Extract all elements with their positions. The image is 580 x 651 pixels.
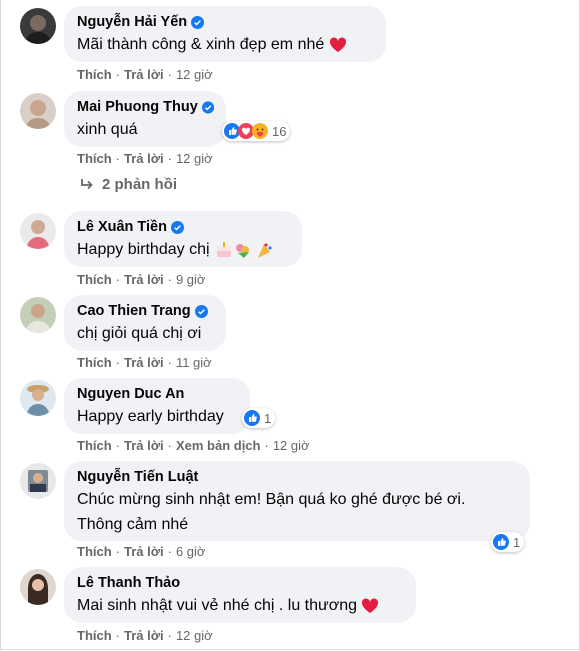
reply-action[interactable]: Trả lời [124,438,164,453]
comment-text: chị giỏi quá chị ơi [77,325,202,342]
commenter-name[interactable]: Lê Thanh Thảo [77,574,404,593]
comment-actions: Thích · Trả lời · 12 giờ [77,151,213,166]
comment-text: Happy early birthday [77,408,224,425]
comment-time[interactable]: 12 giờ [176,67,213,82]
comment-time[interactable]: 12 giờ [176,628,213,643]
comment-bubble: Lê Thanh Thảo Mai sinh nhật vui vẻ nhé c… [64,567,416,623]
commenter-name[interactable]: Cao Thien Trang [77,302,214,321]
comment-time[interactable]: 6 giờ [176,544,206,559]
commenter-name[interactable]: Mai Phuong Thuy [77,98,214,117]
comment-actions: Thích · Trả lời · 12 giờ [77,628,213,643]
verified-badge-icon [194,305,208,318]
avatar[interactable] [20,463,56,499]
comment-text: Happy birthday chị [77,238,290,262]
reaction-summary[interactable]: 16 [222,121,291,141]
reply-arrow-icon [81,178,93,189]
heart-emoji-icon [329,37,346,52]
reaction-summary[interactable]: 1 [242,408,276,428]
like-reaction-icon [244,410,260,426]
comment-actions: Thích · Trả lời · 11 giờ [77,355,212,370]
care-reaction-icon [252,123,268,139]
reply-action[interactable]: Trả lời [124,151,164,166]
comment-actions: Thích · Trả lời · 12 giờ [77,67,213,82]
avatar[interactable] [20,93,56,129]
avatar[interactable] [20,8,56,44]
comment-bubble: Nguyen Duc An Happy early birthday [64,378,250,434]
comment-bubble: Cao Thien Trang chị giỏi quá chị ơi [64,295,226,351]
comment-time[interactable]: 12 giờ [176,151,213,166]
reply-action[interactable]: Trả lời [124,628,164,643]
commenter-name[interactable]: Nguyễn Tiến Luật [77,468,518,487]
comment-text-line-1: Chúc mừng sinh nhật em! Bận quá ko ghé đ… [77,491,466,508]
like-action[interactable]: Thích [77,628,112,643]
reply-action[interactable]: Trả lời [124,67,164,82]
reaction-summary[interactable]: 1 [491,532,525,552]
avatar[interactable] [20,213,56,249]
comment-actions: Thích · Trả lời · 9 giờ [77,272,206,287]
reaction-count: 1 [513,534,521,550]
commenter-name[interactable]: Nguyễn Hải Yến [77,13,374,32]
comment-text: Mãi thành công & xinh đẹp em nhé [77,33,374,57]
like-reaction-icon [493,534,509,550]
reaction-count: 1 [264,410,272,426]
comment-text: Mai sinh nhật vui vẻ nhé chị . lu thương [77,594,404,618]
comment-bubble: Nguyễn Hải Yến Mãi thành công & xinh đẹp… [64,6,386,62]
reaction-count: 16 [272,123,287,139]
like-action[interactable]: Thích [77,151,112,166]
comment-actions: Thích · Trả lời · 6 giờ [77,544,206,559]
avatar[interactable] [20,380,56,416]
comment-actions: Thích · Trả lời · Xem bản dịch · 12 giờ [77,438,310,453]
comment-time[interactable]: 11 giờ [176,355,212,370]
comment-text: xinh quá [77,121,138,138]
like-action[interactable]: Thích [77,67,112,82]
view-replies-link[interactable]: 2 phản hồi [80,176,177,193]
heart-emoji-icon [362,598,379,613]
comment-time[interactable]: 9 giờ [176,272,206,287]
reply-action[interactable]: Trả lời [124,544,164,559]
commenter-name[interactable]: Lê Xuân Tiền [77,218,290,237]
commenter-name[interactable]: Nguyen Duc An [77,385,238,404]
like-action[interactable]: Thích [77,438,112,453]
like-action[interactable]: Thích [77,544,112,559]
avatar[interactable] [20,569,56,605]
reply-action[interactable]: Trả lời [124,272,164,287]
avatar[interactable] [20,297,56,333]
comment-bubble: Nguyễn Tiến Luật Chúc mừng sinh nhật em!… [64,461,530,541]
like-action[interactable]: Thích [77,355,112,370]
like-action[interactable]: Thích [77,272,112,287]
comment-bubble: Mai Phuong Thuy xinh quá [64,91,226,147]
reply-action[interactable]: Trả lời [124,355,164,370]
cake-bouquet-party-emoji-icon [216,241,272,258]
replies-count-label[interactable]: 2 phản hồi [102,176,177,193]
verified-badge-icon [170,221,184,234]
comment-bubble: Lê Xuân Tiền Happy birthday chị [64,211,302,267]
verified-badge-icon [201,101,214,114]
translate-action[interactable]: Xem bản dịch [176,438,261,453]
comment-time[interactable]: 12 giờ [273,438,310,453]
comment-text-line-2: Thông cảm nhé [77,516,189,533]
verified-badge-icon [191,16,205,29]
